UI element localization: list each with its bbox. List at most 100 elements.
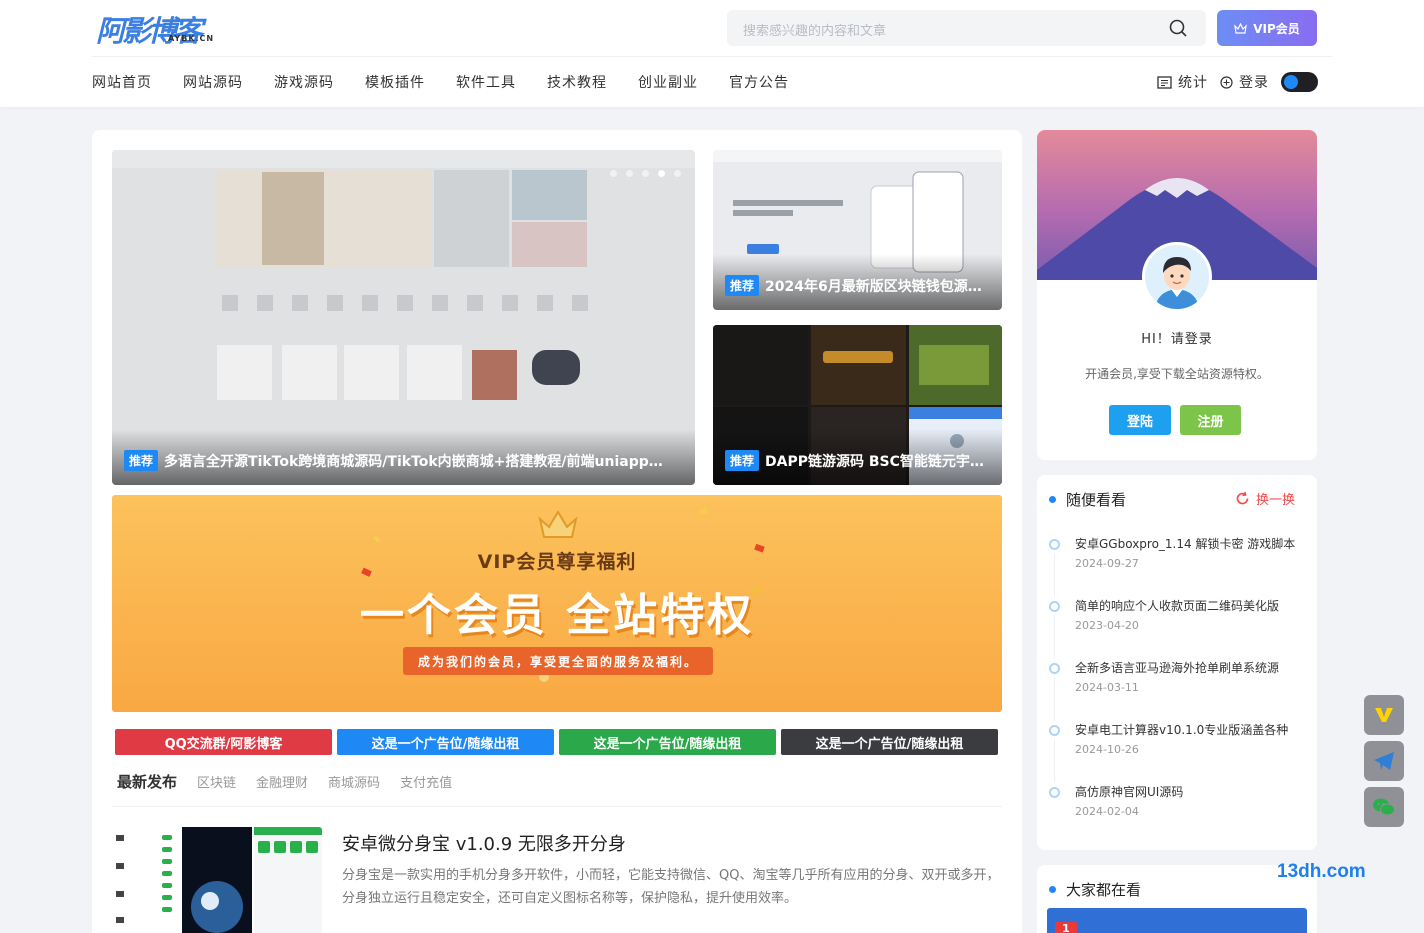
nav-item-templates[interactable]: 模板插件 xyxy=(365,72,425,92)
crown-icon xyxy=(1234,22,1248,34)
main-slide[interactable]: 推荐 多语言全开源TikTok跨境商城源码/TikTok内嵌商城+搭建教程/前端… xyxy=(112,150,695,485)
title-dot xyxy=(1049,886,1056,893)
side-slide-2-title[interactable]: DAPP链游源码 BSC智能链元宇宙... xyxy=(765,451,995,471)
list-item-date: 2023-04-20 xyxy=(1075,619,1139,632)
list-item[interactable]: 全新多语言亚马逊海外抢单刷单系统源 2024-03-11 xyxy=(1049,659,1309,721)
list-item-date: 2024-10-26 xyxy=(1075,743,1139,756)
vip-banner-heading: VIP会员尊享福利 xyxy=(477,551,637,573)
tab-mall-source[interactable]: 商城源码 xyxy=(328,772,380,791)
list-item[interactable]: 高仿原神官网UI源码 2024-02-04 xyxy=(1049,783,1309,845)
post-description: 分身宝是一款实用的手机分身多开软件，小而轻，它能支持微信、QQ、淘宝等几乎所有应… xyxy=(342,868,1000,906)
slide-dot[interactable] xyxy=(626,170,633,177)
post-title[interactable]: 安卓微分身宝 v1.0.9 无限多开分身 xyxy=(342,830,626,856)
random-posts-list: 安卓GGboxpro_1.14 解锁卡密 游戏脚本 2024-09-27 简单的… xyxy=(1049,535,1309,845)
stats-icon xyxy=(1157,75,1172,89)
nav-item-site-source[interactable]: 网站源码 xyxy=(183,72,243,92)
rank-badge: 1 xyxy=(1055,922,1077,933)
main-nav: 网站首页 网站源码 游戏源码 模板插件 软件工具 技术教程 创业副业 官方公告 xyxy=(92,72,820,92)
dark-mode-toggle[interactable] xyxy=(1281,72,1318,92)
user-avatar[interactable] xyxy=(1142,242,1212,312)
popular-posts-header: 大家都在看 xyxy=(1049,879,1141,900)
list-item[interactable]: 安卓电工计算器v10.1.0专业版涵盖各种 2024-10-26 xyxy=(1049,721,1309,783)
list-item-date: 2024-09-27 xyxy=(1075,557,1139,570)
popular-posts-card: 大家都在看 1 xyxy=(1037,865,1317,933)
vip-promo-banner[interactable]: VIP会员尊享福利 一个会员 全站特权 成为我们的会员，享受更全面的服务及福利。 xyxy=(112,495,1002,712)
timeline-line xyxy=(1054,553,1055,597)
vip-float-button[interactable] xyxy=(1364,695,1404,735)
main-slide-title[interactable]: 多语言全开源TikTok跨境商城源码/TikTok内嵌商城+搭建教程/前端uni… xyxy=(164,451,674,471)
ad-slot-dark[interactable]: 这是一个广告位/随缘出租 xyxy=(781,729,998,755)
vip-banner-subtitle: 成为我们的会员，享受更全面的服务及福利。 xyxy=(403,647,713,675)
list-item-title[interactable]: 安卓GGboxpro_1.14 解锁卡密 游戏脚本 xyxy=(1075,535,1307,552)
site-header: 阿影博客 AYBK.CN 搜索感兴趣的内容和文章 VIP会员 网站首页 网站源码… xyxy=(0,0,1424,107)
nav-item-software[interactable]: 软件工具 xyxy=(456,72,516,92)
tabs-divider xyxy=(112,806,1002,807)
vip-benefit-text: 开通会员,享受下载全站资源特权。 xyxy=(1085,367,1269,381)
list-item-title[interactable]: 高仿原神官网UI源码 xyxy=(1075,783,1307,800)
telegram-float-button[interactable] xyxy=(1364,741,1404,781)
main-slide-caption: 推荐 多语言全开源TikTok跨境商城源码/TikTok内嵌商城+搭建教程/前端… xyxy=(112,429,695,485)
timeline-dot xyxy=(1049,601,1060,612)
slide-pagination xyxy=(610,170,681,177)
post-thumbnail[interactable] xyxy=(112,827,322,933)
ad-qq-group[interactable]: QQ交流群/阿影博客 xyxy=(115,729,332,755)
search-box[interactable]: 搜索感兴趣的内容和文章 xyxy=(727,10,1206,46)
watermark-text: 13dh.com xyxy=(1277,861,1366,882)
side-slide-2[interactable]: 推荐 DAPP链游源码 BSC智能链元宇宙... xyxy=(713,325,1002,485)
tab-payment[interactable]: 支付充值 xyxy=(400,772,452,791)
slide-dot-active[interactable] xyxy=(658,170,665,177)
slide-dot[interactable] xyxy=(610,170,617,177)
vip-banner-slogan: 一个会员 全站特权 xyxy=(359,590,755,641)
refresh-icon xyxy=(1236,491,1249,505)
popular-first-item[interactable]: 1 xyxy=(1047,908,1307,933)
side-slide-1-caption: 推荐 2024年6月最新版区块链钱包源码/... xyxy=(713,254,1002,310)
stats-label: 统计 xyxy=(1178,75,1208,91)
tab-blockchain[interactable]: 区块链 xyxy=(197,772,236,791)
login-label: 登录 xyxy=(1239,75,1269,91)
register-button[interactable]: 注册 xyxy=(1180,405,1241,435)
nav-item-tutorials[interactable]: 技术教程 xyxy=(547,72,607,92)
ad-slot-blue[interactable]: 这是一个广告位/随缘出租 xyxy=(337,729,554,755)
list-item-title[interactable]: 简单的响应个人收款页面二维码美化版 xyxy=(1075,597,1307,614)
nav-item-business[interactable]: 创业副业 xyxy=(638,72,698,92)
vip-button[interactable]: VIP会员 xyxy=(1217,10,1317,46)
timeline-dot xyxy=(1049,725,1060,736)
tab-finance[interactable]: 金融理财 xyxy=(256,772,308,791)
nav-item-announcements[interactable]: 官方公告 xyxy=(729,72,789,92)
login-button[interactable]: 登陆 xyxy=(1109,405,1171,435)
timeline-line xyxy=(1054,739,1055,783)
tab-latest[interactable]: 最新发布 xyxy=(117,771,177,792)
refresh-button[interactable]: 换一换 xyxy=(1235,489,1295,508)
search-input[interactable]: 搜索感兴趣的内容和文章 xyxy=(743,20,886,39)
side-slide-1[interactable]: 推荐 2024年6月最新版区块链钱包源码/... xyxy=(713,150,1002,310)
wechat-float-button[interactable] xyxy=(1364,787,1404,827)
list-item-title[interactable]: 全新多语言亚马逊海外抢单刷单系统源 xyxy=(1075,659,1307,676)
list-item[interactable]: 简单的响应个人收款页面二维码美化版 2023-04-20 xyxy=(1049,597,1309,659)
timeline-line xyxy=(1054,677,1055,721)
login-greeting: HI！请登录 xyxy=(1141,332,1213,347)
telegram-icon xyxy=(1374,752,1394,770)
slide-dot[interactable] xyxy=(642,170,649,177)
v-logo-icon xyxy=(1375,708,1393,722)
ad-slot-green[interactable]: 这是一个广告位/随缘出租 xyxy=(559,729,776,755)
side-slide-1-title[interactable]: 2024年6月最新版区块链钱包源码/... xyxy=(765,276,995,296)
timeline-dot xyxy=(1049,539,1060,550)
ad-links-row: QQ交流群/阿影博客 这是一个广告位/随缘出租 这是一个广告位/随缘出租 这是一… xyxy=(115,729,998,755)
header-actions: 统计 登录 xyxy=(1157,72,1318,92)
nav-item-game-source[interactable]: 游戏源码 xyxy=(274,72,334,92)
site-logo[interactable]: 阿影博客 AYBK.CN xyxy=(96,8,222,48)
random-posts-card: 随便看看 换一换 安卓GGboxpro_1.14 解锁卡密 游戏脚本 2024-… xyxy=(1037,475,1317,850)
logo-text: 阿影博客 xyxy=(96,14,203,48)
search-icon[interactable] xyxy=(1168,18,1188,38)
nav-item-home[interactable]: 网站首页 xyxy=(92,72,152,92)
avatar-image xyxy=(1145,245,1209,309)
stats-link[interactable]: 统计 xyxy=(1157,72,1208,92)
list-item-date: 2024-02-04 xyxy=(1075,805,1139,818)
random-posts-title: 随便看看 xyxy=(1066,491,1127,509)
timeline-line xyxy=(1054,615,1055,659)
login-link[interactable]: 登录 xyxy=(1220,72,1269,92)
list-item-title[interactable]: 安卓电工计算器v10.1.0专业版涵盖各种 xyxy=(1075,721,1307,738)
profile-card: HI！请登录 开通会员,享受下载全站资源特权。 登陆 注册 xyxy=(1037,130,1317,460)
list-item[interactable]: 安卓GGboxpro_1.14 解锁卡密 游戏脚本 2024-09-27 xyxy=(1049,535,1309,597)
slide-dot[interactable] xyxy=(674,170,681,177)
